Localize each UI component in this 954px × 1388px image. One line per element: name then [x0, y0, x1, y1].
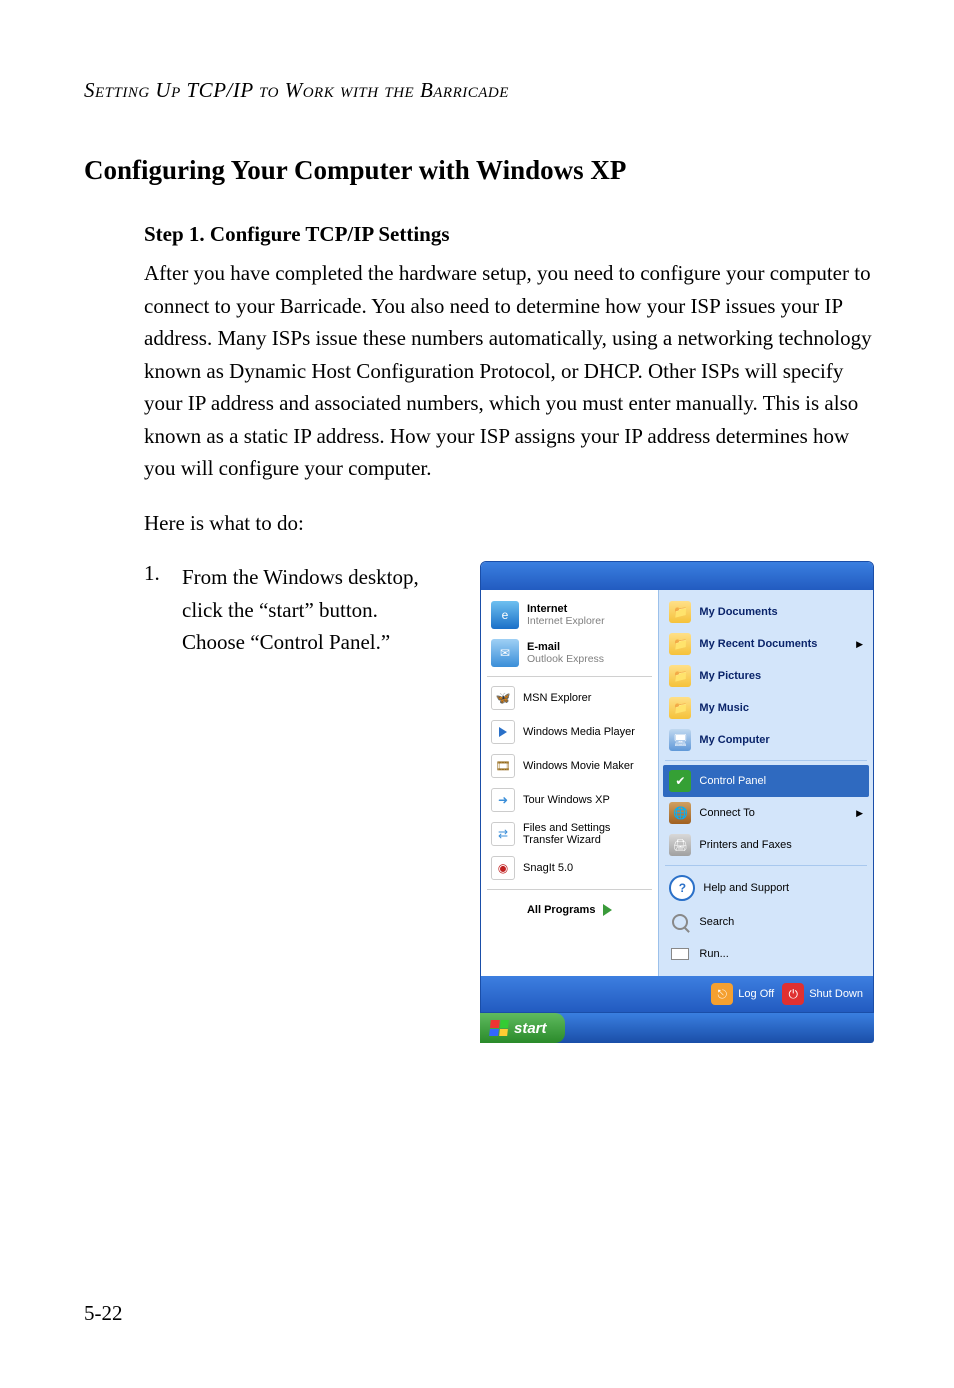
help-label: Help and Support — [703, 882, 789, 894]
snagit-icon: ◉ — [491, 856, 515, 880]
start-menu-header — [481, 562, 873, 590]
search-icon — [669, 911, 691, 933]
msn-icon: 🦋 — [491, 686, 515, 710]
list-text: From the Windows desktop, click the “sta… — [182, 561, 422, 659]
my-pictures-label: My Pictures — [699, 670, 761, 682]
my-documents-item[interactable]: 📁 My Documents — [663, 596, 869, 628]
shut-down-button[interactable]: ⏻ Shut Down — [782, 983, 863, 1005]
email-label: E-mail — [527, 641, 604, 653]
body-paragraph: After you have completed the hardware se… — [144, 257, 874, 485]
windows-logo-icon — [489, 1020, 509, 1036]
page-number: 5-22 — [84, 1301, 123, 1326]
snagit-item[interactable]: ◉ SnagIt 5.0 — [485, 851, 654, 885]
my-music-label: My Music — [699, 702, 749, 714]
folder-icon: 📁 — [669, 697, 691, 719]
movie-maker-item[interactable]: 🎞 Windows Movie Maker — [485, 749, 654, 783]
msn-explorer-item[interactable]: 🦋 MSN Explorer — [485, 681, 654, 715]
connect-to-item[interactable]: 🌐 Connect To ▶ — [663, 797, 869, 829]
start-button-label: start — [514, 1020, 547, 1037]
control-panel-item[interactable]: ✔ Control Panel — [663, 765, 869, 797]
start-menu-left-column: e Internet Internet Explorer ✉ E-mail Ou… — [481, 590, 658, 976]
my-documents-label: My Documents — [699, 606, 777, 618]
help-icon: ? — [669, 875, 695, 901]
internet-explorer-icon: e — [491, 601, 519, 629]
search-label: Search — [699, 916, 734, 928]
folder-icon: 📁 — [669, 633, 691, 655]
printer-icon: 🖨 — [669, 834, 691, 856]
internet-item[interactable]: e Internet Internet Explorer — [485, 596, 654, 634]
run-icon — [669, 943, 691, 965]
my-pictures-item[interactable]: 📁 My Pictures — [663, 660, 869, 692]
arrow-right-icon — [603, 904, 612, 916]
connect-to-label: Connect To — [699, 807, 754, 819]
lead-in-text: Here is what to do: — [144, 507, 874, 540]
list-number: 1. — [144, 561, 182, 586]
movie-maker-icon: 🎞 — [491, 754, 515, 778]
separator — [665, 865, 867, 866]
email-icon: ✉ — [491, 639, 519, 667]
folder-icon: 📁 — [669, 665, 691, 687]
section-title: Configuring Your Computer with Windows X… — [84, 155, 874, 186]
start-menu-right-column: 📁 My Documents 📁 My Recent Documents ▶ 📁… — [658, 590, 873, 976]
my-computer-item[interactable]: 🖥 My Computer — [663, 724, 869, 756]
snagit-label: SnagIt 5.0 — [523, 862, 573, 874]
start-menu-footer: ⎋ Log Off ⏻ Shut Down — [481, 976, 873, 1012]
files-settings-transfer-item[interactable]: ⇄ Files and Settings Transfer Wizard — [485, 817, 654, 851]
start-button[interactable]: start — [480, 1013, 565, 1043]
printers-label: Printers and Faxes — [699, 839, 791, 851]
running-head: Setting Up TCP/IP to Work with the Barri… — [84, 78, 874, 103]
search-item[interactable]: Search — [663, 906, 869, 938]
chevron-right-icon: ▶ — [856, 808, 863, 819]
separator — [665, 760, 867, 761]
all-programs-label: All Programs — [527, 904, 595, 916]
tour-icon: ➜ — [491, 788, 515, 812]
chevron-right-icon: ▶ — [856, 639, 863, 650]
fst-label: Files and Settings Transfer Wizard — [523, 822, 648, 846]
my-computer-label: My Computer — [699, 734, 769, 746]
wmp-label: Windows Media Player — [523, 726, 635, 738]
my-music-item[interactable]: 📁 My Music — [663, 692, 869, 724]
run-item[interactable]: Run... — [663, 938, 869, 970]
folder-icon: 📁 — [669, 601, 691, 623]
log-off-label: Log Off — [738, 988, 774, 1000]
windows-media-player-item[interactable]: Windows Media Player — [485, 715, 654, 749]
all-programs-item[interactable]: All Programs — [485, 894, 654, 924]
internet-label: Internet — [527, 603, 605, 615]
email-item[interactable]: ✉ E-mail Outlook Express — [485, 634, 654, 672]
my-recent-documents-item[interactable]: 📁 My Recent Documents ▶ — [663, 628, 869, 660]
list-item: 1. From the Windows desktop, click the “… — [144, 561, 422, 659]
separator — [487, 676, 652, 677]
shut-down-icon: ⏻ — [782, 983, 804, 1005]
computer-icon: 🖥 — [669, 729, 691, 751]
control-panel-icon: ✔ — [669, 770, 691, 792]
email-subtitle: Outlook Express — [527, 653, 604, 665]
log-off-button[interactable]: ⎋ Log Off — [711, 983, 774, 1005]
msn-label: MSN Explorer — [523, 692, 591, 704]
separator — [487, 889, 652, 890]
recent-docs-label: My Recent Documents — [699, 638, 817, 650]
run-label: Run... — [699, 948, 728, 960]
media-player-icon — [491, 720, 515, 744]
transfer-wizard-icon: ⇄ — [491, 822, 515, 846]
shut-down-label: Shut Down — [809, 988, 863, 1000]
internet-subtitle: Internet Explorer — [527, 615, 605, 627]
step-title: Step 1. Configure TCP/IP Settings — [144, 222, 874, 247]
control-panel-label: Control Panel — [699, 775, 766, 787]
movie-maker-label: Windows Movie Maker — [523, 760, 634, 772]
taskbar: start — [480, 1013, 874, 1043]
tour-label: Tour Windows XP — [523, 794, 610, 806]
printers-faxes-item[interactable]: 🖨 Printers and Faxes — [663, 829, 869, 861]
tour-windows-item[interactable]: ➜ Tour Windows XP — [485, 783, 654, 817]
network-icon: 🌐 — [669, 802, 691, 824]
start-menu-screenshot: e Internet Internet Explorer ✉ E-mail Ou… — [480, 561, 874, 1043]
help-support-item[interactable]: ? Help and Support — [663, 870, 869, 906]
log-off-icon: ⎋ — [711, 983, 733, 1005]
